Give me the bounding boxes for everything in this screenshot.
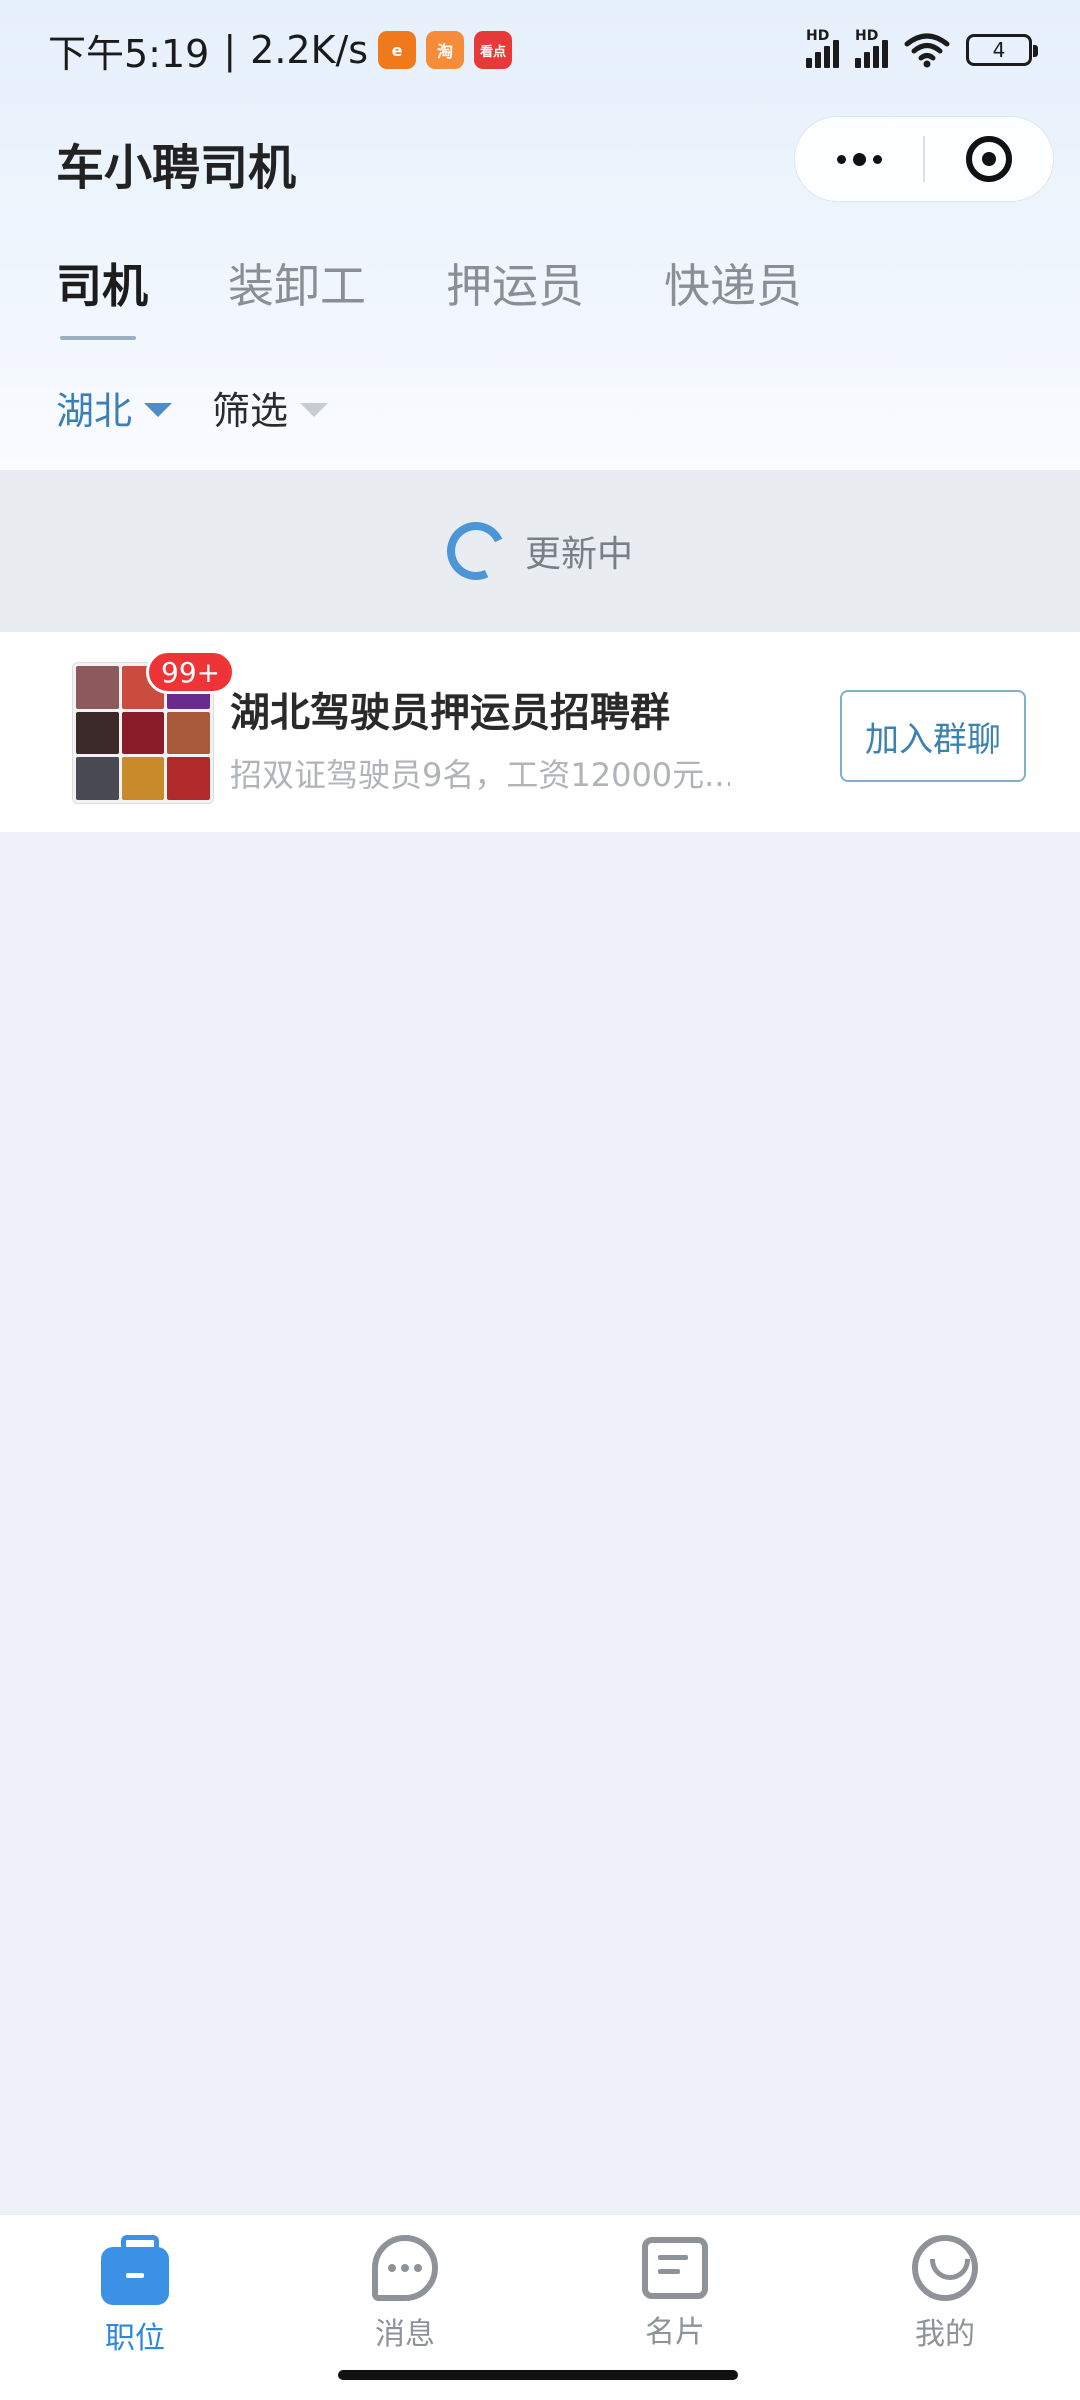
target-icon: [966, 136, 1012, 182]
dropdown-arrow-icon: [144, 402, 173, 417]
card-icon: [642, 2237, 708, 2299]
tab-escort[interactable]: 押运员: [446, 250, 584, 340]
cell-signal-icon: HD: [806, 28, 839, 68]
tab-courier[interactable]: 快递员: [664, 250, 802, 340]
taobao-icon: 淘: [426, 31, 465, 69]
refresh-indicator: 更新中: [0, 470, 1080, 632]
battery-icon: 4: [966, 34, 1038, 66]
filter-bar: 湖北 筛选: [56, 380, 329, 435]
message-icon: [372, 2235, 438, 2301]
group-title: 湖北驾驶员押运员招聘群: [230, 690, 670, 736]
group-description: 招双证驾驶员9名，工资12000元...: [230, 756, 730, 794]
wifi-icon: [904, 33, 950, 68]
more-button[interactable]: [795, 117, 923, 201]
unread-badge: 99+: [146, 650, 236, 694]
status-bar: 下午5:19 | 2.2K/s e 淘 看点 HD HD 4: [0, 0, 1080, 100]
tabbar-item-jobs[interactable]: 职位: [0, 2215, 270, 2400]
screen-filter[interactable]: 筛选: [212, 380, 329, 435]
region-filter[interactable]: 湖北: [56, 380, 173, 435]
dropdown-arrow-icon: [300, 402, 329, 417]
profile-icon: [912, 2235, 978, 2301]
kandian-icon: 看点: [474, 31, 513, 69]
network-speed: 2.2K/s: [250, 28, 369, 72]
screen-label: 筛选: [212, 389, 289, 433]
tabbar-item-me[interactable]: 我的: [810, 2215, 1080, 2400]
group-card[interactable]: 99+ 湖北驾驶员押运员招聘群 招双证驾驶员9名，工资12000元... 加入群…: [0, 632, 1080, 832]
join-group-button[interactable]: 加入群聊: [840, 690, 1026, 782]
close-miniprogram-button[interactable]: [925, 117, 1053, 201]
home-indicator[interactable]: [338, 2370, 738, 2380]
miniprogram-capsule: [794, 116, 1054, 202]
briefcase-icon: [101, 2235, 169, 2305]
taobao-live-icon: e: [378, 31, 417, 69]
loading-spinner-icon: [438, 513, 514, 589]
more-dots-icon: [836, 152, 882, 166]
cell-signal-icon: HD: [855, 28, 888, 68]
status-time: 下午5:19: [48, 31, 210, 76]
refresh-text: 更新中: [524, 534, 633, 575]
category-tabs: 司机 装卸工 押运员 快递员: [56, 250, 802, 340]
tab-loader[interactable]: 装卸工: [228, 250, 366, 340]
region-label: 湖北: [56, 389, 133, 433]
tab-driver[interactable]: 司机: [56, 250, 148, 340]
page-title: 车小聘司机: [56, 140, 297, 196]
